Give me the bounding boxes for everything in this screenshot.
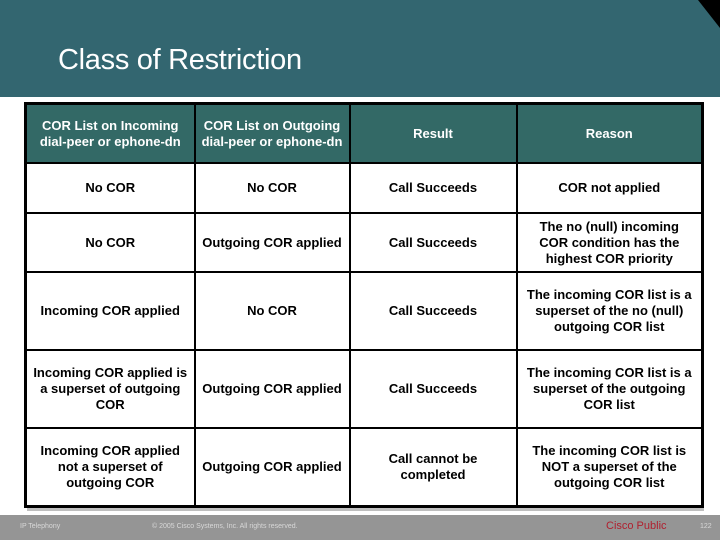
cell-reason: COR not applied [515, 162, 704, 214]
cell-incoming: Incoming COR applied is a superset of ou… [24, 349, 196, 429]
cell-outgoing: Outgoing COR applied [193, 427, 351, 508]
cell-reason: The incoming COR list is a superset of t… [515, 271, 704, 351]
cell-result: Call Succeeds [348, 212, 518, 273]
slide: Class of Restriction COR List on Incomin… [0, 0, 720, 540]
header-incoming-cor: COR List on Incoming dial-peer or ephone… [24, 102, 196, 164]
cell-incoming: Incoming COR applied not a superset of o… [24, 427, 196, 508]
table-row: Incoming COR applied is a superset of ou… [24, 349, 704, 429]
slide-title: Class of Restriction [58, 44, 302, 76]
cor-table-container: COR List on Incoming dial-peer or ephone… [24, 102, 704, 508]
footer-classification: Cisco Public [606, 520, 667, 532]
banner-corner-decoration [698, 0, 720, 28]
header-reason: Reason [515, 102, 704, 164]
table-header-row: COR List on Incoming dial-peer or ephone… [24, 102, 704, 164]
cell-incoming: No COR [24, 162, 196, 214]
footer-bar: IP Telephony © 2005 Cisco Systems, Inc. … [0, 515, 720, 540]
cell-result: Call Succeeds [348, 271, 518, 351]
cell-result: Call Succeeds [348, 162, 518, 214]
title-banner: Class of Restriction [0, 0, 720, 97]
footer-course-name: IP Telephony [20, 523, 61, 530]
footer-page-number: 122 [700, 523, 712, 530]
cell-reason: The incoming COR list is NOT a superset … [515, 427, 704, 508]
header-outgoing-cor: COR List on Outgoing dial-peer or ephone… [193, 102, 351, 164]
cell-result: Call cannot be completed [348, 427, 518, 508]
cell-reason: The incoming COR list is a superset of t… [515, 349, 704, 429]
cell-reason: The no (null) incoming COR condition has… [515, 212, 704, 273]
cell-outgoing: No COR [193, 162, 351, 214]
table-row: Incoming COR applied not a superset of o… [24, 427, 704, 508]
table-row: No COR Outgoing COR applied Call Succeed… [24, 212, 704, 273]
cell-incoming: Incoming COR applied [24, 271, 196, 351]
cell-incoming: No COR [24, 212, 196, 273]
table-row: No COR No COR Call Succeeds COR not appl… [24, 162, 704, 214]
cell-outgoing: Outgoing COR applied [193, 212, 351, 273]
cor-table: COR List on Incoming dial-peer or ephone… [24, 102, 704, 508]
footer-copyright: © 2005 Cisco Systems, Inc. All rights re… [152, 523, 298, 530]
cell-result: Call Succeeds [348, 349, 518, 429]
cell-outgoing: Outgoing COR applied [193, 349, 351, 429]
table-row: Incoming COR applied No COR Call Succeed… [24, 271, 704, 351]
header-result: Result [348, 102, 518, 164]
cell-outgoing: No COR [193, 271, 351, 351]
